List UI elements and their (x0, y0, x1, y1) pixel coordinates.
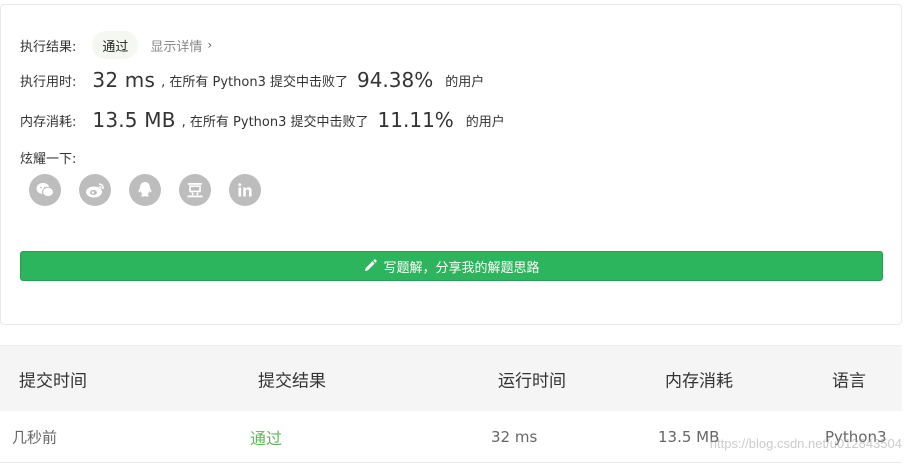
weibo-icon[interactable] (79, 174, 111, 206)
header-runtime: 运行时间 (498, 371, 566, 391)
show-details-link[interactable]: 显示详情 › (150, 36, 212, 55)
runtime-value: 32 ms (92, 68, 156, 92)
cell-runtime: 32 ms (491, 427, 538, 446)
pencil-icon (365, 259, 378, 271)
write-solution-label: 写题解，分享我的解题思路 (383, 260, 540, 276)
qq-icon[interactable] (129, 174, 161, 206)
header-submit-time: 提交时间 (19, 371, 87, 391)
header-submit-result: 提交结果 (258, 371, 326, 391)
cell-submit-time: 几秒前 (12, 428, 58, 446)
submission-result-panel: 执行结果: 通过 显示详情 › 执行用时: 32 ms , 在所有 Python… (0, 4, 902, 325)
write-solution-button[interactable]: 写题解，分享我的解题思路 (20, 251, 883, 281)
memory-percent: 11.11% (377, 108, 454, 132)
runtime-suffix: 的用户 (445, 74, 485, 90)
share-row: 炫耀一下: (20, 148, 76, 167)
cell-submit-result[interactable]: 通过 (250, 425, 282, 449)
result-label: 执行结果: (20, 39, 77, 55)
share-icon-list (29, 174, 261, 206)
watermark: https://blog.csdn.net/u012843504 (709, 436, 902, 451)
runtime-label: 执行用时: (20, 74, 77, 90)
chevron-right-icon: › (207, 38, 213, 52)
memory-value: 13.5 MB (92, 108, 176, 132)
memory-beat-text: , 在所有 Python3 提交中击败了 (181, 114, 369, 130)
memory-label: 内存消耗: (20, 114, 77, 130)
runtime-percent: 94.38% (356, 68, 434, 92)
linkedin-icon[interactable] (229, 174, 261, 206)
douban-icon[interactable] (179, 174, 211, 206)
memory-suffix: 的用户 (465, 114, 505, 130)
header-language: 语言 (832, 371, 866, 391)
memory-row: 内存消耗: 13.5 MB , 在所有 Python3 提交中击败了 11.11… (20, 108, 505, 132)
header-memory: 内存消耗 (665, 371, 733, 391)
status-badge: 通过 (92, 31, 139, 59)
runtime-beat-text: , 在所有 Python3 提交中击败了 (161, 74, 348, 90)
show-details-label: 显示详情 (150, 39, 203, 55)
wechat-icon[interactable] (29, 174, 61, 206)
share-label: 炫耀一下: (20, 152, 77, 167)
runtime-row: 执行用时: 32 ms , 在所有 Python3 提交中击败了 94.38% … (20, 68, 484, 92)
table-header: 提交时间 提交结果 运行时间 内存消耗 语言 (0, 345, 902, 411)
result-row: 执行结果: 通过 显示详情 › (20, 31, 212, 59)
